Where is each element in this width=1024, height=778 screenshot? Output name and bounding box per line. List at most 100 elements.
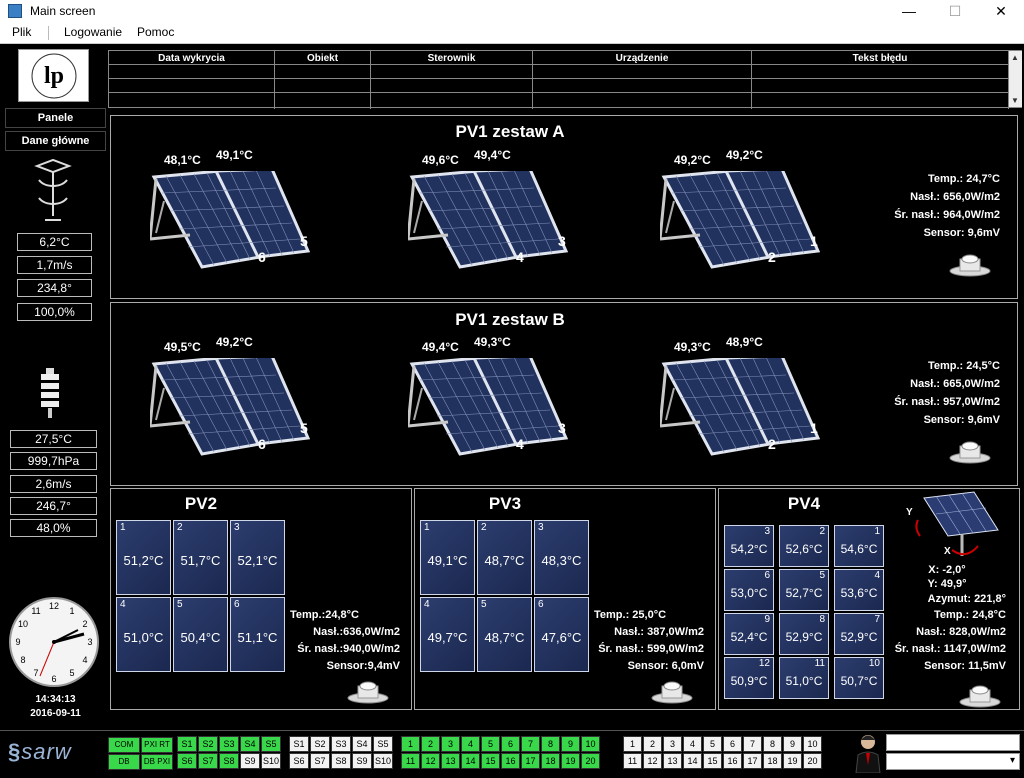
sensor-button-S9[interactable]: S9	[240, 753, 260, 769]
sensor-button-b-S1[interactable]: S1	[289, 736, 309, 752]
sensor-button-b-S7[interactable]: S7	[310, 753, 330, 769]
channel-button-16[interactable]: 16	[501, 753, 520, 769]
channel-button-20[interactable]: 20	[581, 753, 600, 769]
sensor-button-b-S4[interactable]: S4	[352, 736, 372, 752]
pv3-cell-number: 5	[481, 599, 487, 610]
channel-button-b-10[interactable]: 10	[803, 736, 822, 752]
pv1b-pyranometer-icon	[948, 436, 992, 464]
channel-button-b-15[interactable]: 15	[703, 753, 722, 769]
sensor-button-S2[interactable]: S2	[198, 736, 218, 752]
channel-button-7[interactable]: 7	[521, 736, 540, 752]
sensor-button-b-S5[interactable]: S5	[373, 736, 393, 752]
channel-button-b-20[interactable]: 20	[803, 753, 822, 769]
sensor-button-b-S8[interactable]: S8	[331, 753, 351, 769]
pv3-cell-number: 1	[424, 522, 430, 533]
channel-button-8[interactable]: 8	[541, 736, 560, 752]
scroll-up-icon[interactable]: ▲	[1011, 53, 1019, 62]
channel-button-b-3[interactable]: 3	[663, 736, 682, 752]
pv2-stat-1: Temp.:24,8°C	[290, 609, 359, 621]
db-status[interactable]: DB	[108, 754, 140, 770]
channel-button-11[interactable]: 11	[401, 753, 420, 769]
channel-button-2[interactable]: 2	[421, 736, 440, 752]
pv4-cell-number: 3	[764, 526, 770, 537]
scroll-down-icon[interactable]: ▼	[1011, 96, 1019, 105]
channel-button-b-11[interactable]: 11	[623, 753, 642, 769]
channel-button-b-8[interactable]: 8	[763, 736, 782, 752]
menu-pomoc[interactable]: Pomoc	[137, 25, 174, 39]
maximize-button[interactable]: ☐	[932, 0, 978, 22]
pv4-cell-10: 10 50,7°C	[834, 657, 884, 699]
channel-button-10[interactable]: 10	[581, 736, 600, 752]
error-table[interactable]: Data wykrycia Obiekt Sterownik Urządzeni…	[108, 50, 1022, 109]
channel-button-15[interactable]: 15	[481, 753, 500, 769]
pv2-cell-temp: 51,1°C	[237, 630, 278, 645]
channel-button-b-4[interactable]: 4	[683, 736, 702, 752]
menu-logowanie[interactable]: Logowanie	[64, 25, 122, 39]
column-urzadzenie: Urządzenie	[533, 51, 752, 109]
sensor-button-b-S10[interactable]: S10	[373, 753, 393, 769]
sensor-button-b-S3[interactable]: S3	[331, 736, 351, 752]
channel-button-b-2[interactable]: 2	[643, 736, 662, 752]
user-input[interactable]	[886, 734, 1020, 751]
sensor-button-S1[interactable]: S1	[177, 736, 197, 752]
sensor-button-b-S6[interactable]: S6	[289, 753, 309, 769]
channel-button-b-18[interactable]: 18	[763, 753, 782, 769]
channel-button-9[interactable]: 9	[561, 736, 580, 752]
user-select[interactable]: ▾	[886, 753, 1020, 770]
channel-button-b-1[interactable]: 1	[623, 736, 642, 752]
channel-button-b-13[interactable]: 13	[663, 753, 682, 769]
pv4-cell-temp: 52,9°C	[785, 630, 823, 644]
channel-button-6[interactable]: 6	[501, 736, 520, 752]
pxi-rt-status[interactable]: PXI RT	[141, 737, 173, 753]
sensor-button-S3[interactable]: S3	[219, 736, 239, 752]
channel-button-b-19[interactable]: 19	[783, 753, 802, 769]
channel-button-18[interactable]: 18	[541, 753, 560, 769]
close-button[interactable]: ✕	[978, 0, 1024, 22]
channel-button-b-7[interactable]: 7	[743, 736, 762, 752]
minimize-button[interactable]: —	[886, 0, 932, 22]
sensor-button-S6[interactable]: S6	[177, 753, 197, 769]
sensor-button-S10[interactable]: S10	[261, 753, 281, 769]
channel-button-17[interactable]: 17	[521, 753, 540, 769]
table-scrollbar[interactable]: ▲ ▼	[1009, 51, 1022, 107]
table-row-divider	[109, 92, 1009, 93]
channel-button-14[interactable]: 14	[461, 753, 480, 769]
channel-button-4[interactable]: 4	[461, 736, 480, 752]
channel-button-19[interactable]: 19	[561, 753, 580, 769]
menu-plik[interactable]: Plik	[12, 25, 31, 39]
panele-button[interactable]: Panele	[5, 108, 106, 128]
sensor-button-S4[interactable]: S4	[240, 736, 260, 752]
dane-glowne-button[interactable]: Dane główne	[5, 131, 106, 151]
pv4-cell-number: 2	[819, 526, 825, 537]
pv2-cell-5: 5 50,4°C	[173, 597, 228, 672]
analog-clock-icon: 12 1 2 345 678 9 10 11	[8, 596, 100, 688]
channel-button-b-6[interactable]: 6	[723, 736, 742, 752]
pv4-cell-number: 12	[758, 658, 770, 669]
svg-text:6: 6	[51, 674, 56, 684]
user-avatar[interactable]	[854, 731, 882, 774]
com-status[interactable]: COM	[108, 737, 140, 753]
pv1a-stat-3: Śr. nasł.: 964,0W/m2	[894, 209, 1000, 221]
wind-value-2: 1,7m/s	[17, 256, 92, 274]
db-pxi-status[interactable]: DB PXI	[141, 754, 173, 770]
channel-button-1[interactable]: 1	[401, 736, 420, 752]
pv1a-group-1-temp-1: 48,1°C	[164, 153, 201, 167]
channel-button-b-5[interactable]: 5	[703, 736, 722, 752]
pv1a-group-2-panel-number-1: 4	[516, 249, 524, 265]
channel-button-3[interactable]: 3	[441, 736, 460, 752]
channel-button-5[interactable]: 5	[481, 736, 500, 752]
sensor-button-S8[interactable]: S8	[219, 753, 239, 769]
sensor-button-S5[interactable]: S5	[261, 736, 281, 752]
channel-button-b-17[interactable]: 17	[743, 753, 762, 769]
chevron-down-icon[interactable]: ▾	[1010, 755, 1015, 766]
channel-button-12[interactable]: 12	[421, 753, 440, 769]
channel-button-13[interactable]: 13	[441, 753, 460, 769]
channel-button-b-12[interactable]: 12	[643, 753, 662, 769]
sensor-button-b-S9[interactable]: S9	[352, 753, 372, 769]
channel-button-b-14[interactable]: 14	[683, 753, 702, 769]
channel-button-b-9[interactable]: 9	[783, 736, 802, 752]
sensor-button-b-S2[interactable]: S2	[310, 736, 330, 752]
channel-button-b-16[interactable]: 16	[723, 753, 742, 769]
sensor-button-S7[interactable]: S7	[198, 753, 218, 769]
pv2-cell-number: 1	[120, 522, 126, 533]
